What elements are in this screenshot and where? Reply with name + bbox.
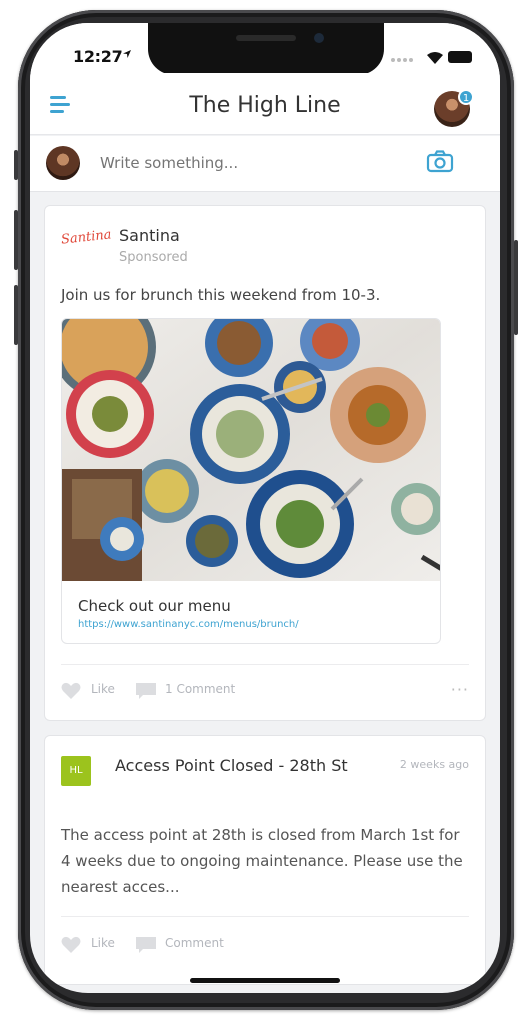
speaker-grille	[236, 35, 296, 41]
screen: 12:27 The High Line 1 Santina Santina Sp…	[30, 23, 500, 993]
mute-switch	[14, 150, 18, 180]
post-actions: Like Comment	[61, 934, 469, 958]
post-text: Join us for brunch this weekend from 10-…	[61, 286, 381, 304]
camera-icon[interactable]	[426, 149, 454, 173]
comment-button[interactable]: Comment	[165, 936, 224, 950]
post-actions: Like 1 Comment ···	[61, 680, 469, 704]
sponsored-label: Sponsored	[119, 250, 188, 265]
divider	[61, 664, 469, 665]
like-button[interactable]: Like	[91, 936, 115, 950]
comment-count[interactable]: 1 Comment	[165, 682, 235, 696]
volume-down-button	[14, 285, 18, 345]
brand-logo: Santina	[60, 227, 113, 248]
more-icon[interactable]: ···	[451, 680, 469, 699]
wifi-icon	[427, 52, 443, 64]
food-photo	[62, 319, 440, 581]
power-button	[514, 240, 518, 335]
like-button[interactable]: Like	[91, 682, 115, 696]
comment-icon[interactable]	[135, 936, 157, 954]
app-header: The High Line 1	[30, 73, 500, 135]
status-time: 12:27	[73, 47, 123, 66]
post-composer	[30, 136, 500, 192]
link-url[interactable]: https://www.santinanyc.com/menus/brunch/	[78, 619, 299, 630]
announcement-card: HL Access Point Closed - 28th St 2 weeks…	[44, 735, 486, 985]
announcement-body: The access point at 28th is closed from …	[61, 826, 463, 896]
notification-badge[interactable]: 1	[458, 89, 474, 105]
announcement-title[interactable]: Access Point Closed - 28th St	[115, 754, 355, 778]
user-avatar	[46, 146, 80, 180]
home-indicator[interactable]	[190, 978, 340, 983]
notch	[148, 23, 384, 75]
volume-up-button	[14, 210, 18, 270]
battery-icon	[448, 51, 472, 63]
location-arrow-icon	[123, 50, 131, 58]
comment-icon[interactable]	[135, 682, 157, 700]
signal-icon	[391, 58, 413, 62]
front-camera	[314, 33, 324, 43]
link-preview[interactable]: Check out our menu https://www.santinany…	[61, 318, 441, 644]
heart-icon[interactable]	[61, 936, 81, 954]
divider	[61, 916, 469, 917]
page-title: The High Line	[189, 93, 341, 118]
composer-input[interactable]	[100, 154, 400, 172]
community-logo: HL	[61, 756, 91, 786]
post-author[interactable]: Santina	[119, 226, 180, 245]
announcement-time: 2 weeks ago	[399, 758, 469, 771]
heart-icon[interactable]	[61, 682, 81, 700]
sponsored-post-card: Santina Santina Sponsored Join us for br…	[44, 205, 486, 721]
link-title: Check out our menu	[78, 597, 231, 615]
